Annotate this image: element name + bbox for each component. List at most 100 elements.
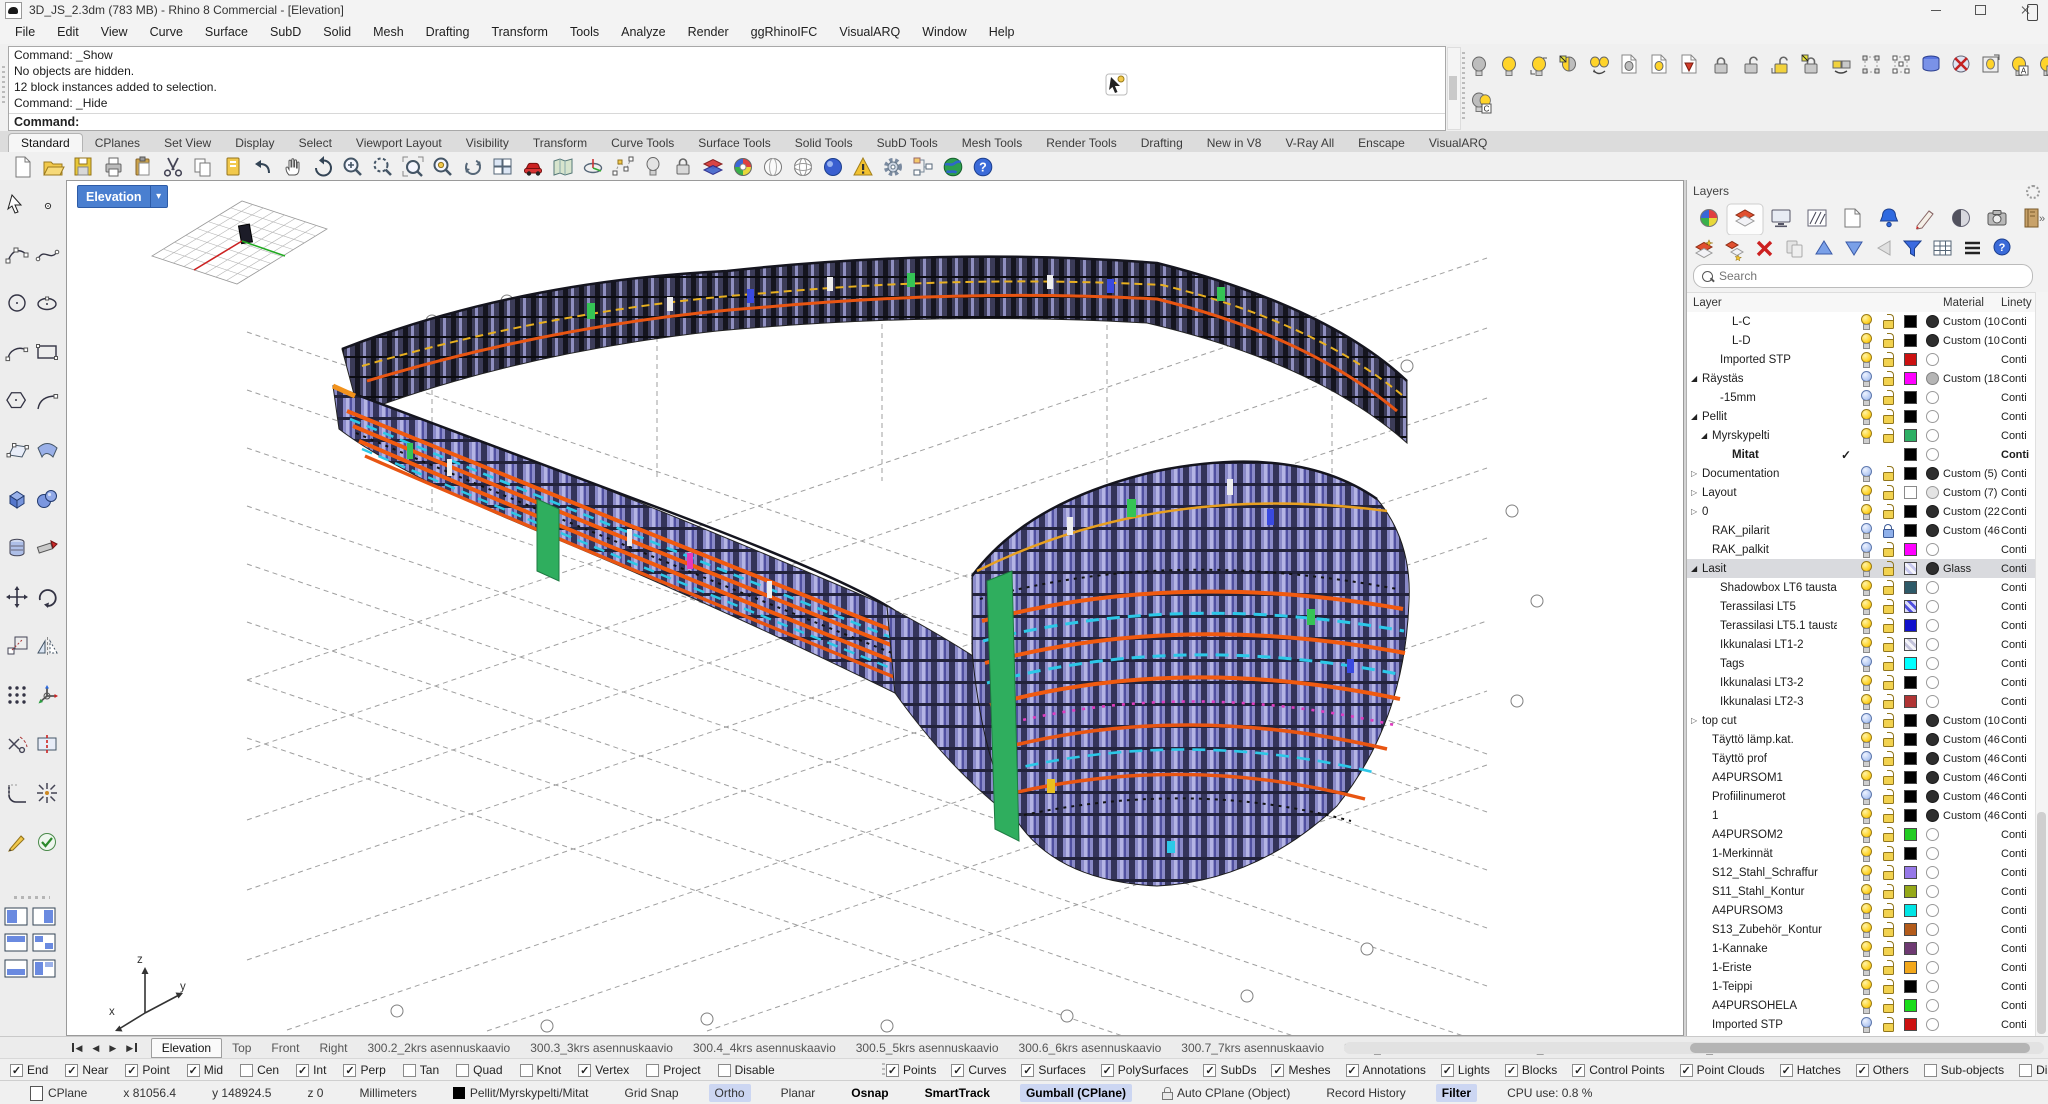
layer-name[interactable]: Mitat — [1732, 449, 1759, 461]
layer-linetype[interactable]: Conti — [2001, 962, 2037, 974]
layer-name[interactable]: Tags — [1720, 658, 1744, 670]
layer-material-circle[interactable] — [1926, 619, 1939, 632]
viewport-tab[interactable]: 300.4_4krs asennuskaavio — [683, 1039, 846, 1057]
control-point-curve-icon[interactable] — [6, 248, 28, 263]
menu-item[interactable]: Solid — [312, 20, 362, 44]
viewport-tab[interactable]: Front — [261, 1039, 309, 1057]
layer-row[interactable]: -15mm Conti — [1687, 388, 2037, 407]
layer-visibility-bulb-icon[interactable] — [1860, 941, 1873, 956]
layer-row[interactable]: Ikkunalasi LT2-3 Conti — [1687, 692, 2037, 711]
mirror-icon[interactable] — [38, 637, 57, 656]
viewport-dropdown-arrow-icon[interactable] — [150, 186, 167, 207]
layer-visibility-bulb-icon[interactable] — [1860, 884, 1873, 899]
osnap-toggle[interactable]: Tan — [403, 1063, 439, 1077]
layer-row[interactable]: RAK_pilarit Custom (46 Conti — [1687, 521, 2037, 540]
status-item[interactable]: x 81056.4 — [117, 1084, 182, 1102]
toolbar-tab[interactable]: VisualARQ — [1417, 134, 1499, 152]
layer-material-name[interactable]: Custom (46 — [1943, 525, 2001, 537]
map-icon[interactable] — [554, 159, 572, 175]
menu-item[interactable]: Help — [978, 20, 1026, 44]
gumball-icon[interactable] — [39, 685, 59, 704]
viewport-wide-icon[interactable] — [5, 960, 27, 977]
layer-name[interactable]: Täyttö prof — [1712, 753, 1767, 765]
layer-expand-icon[interactable] — [1691, 488, 1702, 497]
status-item[interactable]: Millimeters — [353, 1084, 422, 1102]
checkbox-icon[interactable] — [1856, 1064, 1869, 1077]
zoom-window-icon[interactable] — [403, 157, 423, 176]
column-layer[interactable]: Layer — [1687, 297, 1837, 309]
layer-row[interactable]: Pellit Conti — [1687, 407, 2037, 426]
osnap-toggle[interactable]: Knot — [520, 1063, 562, 1077]
layer-material-circle[interactable] — [1926, 505, 1939, 518]
wireframe-view-icon[interactable] — [795, 159, 812, 176]
layer-name[interactable]: -15mm — [1720, 392, 1756, 404]
layer-row[interactable]: 1-Kannake Conti — [1687, 939, 2037, 958]
toolbar-tab[interactable]: New in V8 — [1195, 134, 1274, 152]
checkbox-icon[interactable] — [2019, 1064, 2032, 1077]
layer-linetype[interactable]: Conti — [2001, 430, 2037, 442]
building-right-drum[interactable] — [972, 462, 1409, 886]
checkbox-icon[interactable] — [125, 1064, 138, 1077]
panel-menu-icon[interactable] — [1965, 243, 1980, 253]
layer-linetype[interactable]: Conti — [2001, 867, 2037, 879]
layer-lock-icon[interactable] — [1881, 789, 1895, 804]
checkbox-icon[interactable] — [1271, 1064, 1284, 1077]
osnap-toggle[interactable]: Quad — [456, 1063, 502, 1077]
checkbox-icon[interactable] — [718, 1064, 731, 1077]
layer-linetype[interactable]: Conti — [2001, 924, 2037, 936]
checkbox-icon[interactable] — [10, 1064, 23, 1077]
layer-linetype[interactable]: Conti — [2001, 449, 2037, 461]
layer-state-icon[interactable] — [704, 160, 722, 175]
layer-row[interactable]: 0 Custom (22 Conti — [1687, 502, 2037, 521]
undo-icon[interactable] — [255, 160, 269, 173]
layer-linetype[interactable]: Conti — [2001, 506, 2037, 518]
menu-item[interactable]: View — [90, 20, 139, 44]
layer-color-swatch[interactable] — [1904, 904, 1917, 917]
first-tab-icon[interactable]: ◀ — [72, 1043, 82, 1054]
checkbox-icon[interactable] — [1346, 1064, 1359, 1077]
layer-material-name[interactable]: Glass — [1943, 563, 2001, 575]
invert-bulbs-icon[interactable] — [1591, 57, 1609, 74]
pencil-icon[interactable] — [9, 836, 24, 851]
layer-material-name[interactable]: Custom (7) — [1943, 487, 2001, 499]
layer-row[interactable]: Documentation Custom (5) Conti — [1687, 464, 2037, 483]
unlock-selected-icon[interactable] — [1772, 57, 1787, 73]
explode-icon[interactable] — [37, 783, 57, 803]
lock-icon[interactable] — [677, 159, 689, 174]
layer-name[interactable]: Ikkunalasi LT3-2 — [1720, 677, 1804, 689]
checkbox-icon[interactable] — [520, 1064, 533, 1077]
status-item[interactable]: z 0 — [301, 1084, 329, 1102]
menu-item[interactable]: Surface — [194, 20, 259, 44]
status-item[interactable]: Planar — [775, 1084, 822, 1102]
layer-linetype[interactable]: Conti — [2001, 639, 2037, 651]
layer-material-name[interactable]: Custom (46 — [1943, 734, 2001, 746]
status-item[interactable]: Filter — [1436, 1084, 1477, 1102]
layer-material-circle[interactable] — [1926, 467, 1939, 480]
layer-color-swatch[interactable] — [1904, 562, 1917, 575]
layer-lock-icon[interactable] — [1881, 732, 1895, 747]
layer-name[interactable]: Terassilasi LT5.1 tausta — [1720, 620, 1837, 632]
layer-lock-icon[interactable] — [1881, 713, 1895, 728]
layer-name[interactable]: 0 — [1702, 506, 1708, 518]
rotate-view-icon[interactable] — [316, 156, 331, 176]
layer-linetype[interactable]: Conti — [2001, 582, 2037, 594]
menu-item[interactable]: VisualARQ — [828, 20, 911, 44]
layer-material-circle[interactable] — [1926, 581, 1939, 594]
viewport-tab[interactable]: 300.3_3krs asennuskaavio — [520, 1039, 683, 1057]
checkbox-icon[interactable] — [296, 1064, 309, 1077]
layer-row[interactable]: Shadowbox LT6 tausta Conti — [1687, 578, 2037, 597]
layer-name[interactable]: 1-Teippi — [1712, 981, 1752, 993]
status-item[interactable]: CPU use: 0.8 % — [1501, 1084, 1598, 1102]
layer-color-swatch[interactable] — [1904, 334, 1917, 347]
layer-linetype[interactable]: Conti — [2001, 829, 2037, 841]
layer-color-swatch[interactable] — [1904, 1018, 1917, 1031]
layer-lock-icon[interactable] — [1881, 998, 1895, 1013]
osnap-toggle[interactable]: Perp — [343, 1063, 385, 1077]
pen-icon[interactable] — [1916, 211, 1933, 229]
layers-scrollbar[interactable] — [2035, 292, 2048, 1036]
layer-material-circle[interactable] — [1926, 676, 1939, 689]
settings-gear-icon[interactable] — [887, 161, 900, 174]
layer-visibility-bulb-icon[interactable] — [1860, 808, 1873, 823]
osnap-toggle[interactable]: Point — [125, 1063, 169, 1077]
checkbox-icon[interactable] — [951, 1064, 964, 1077]
